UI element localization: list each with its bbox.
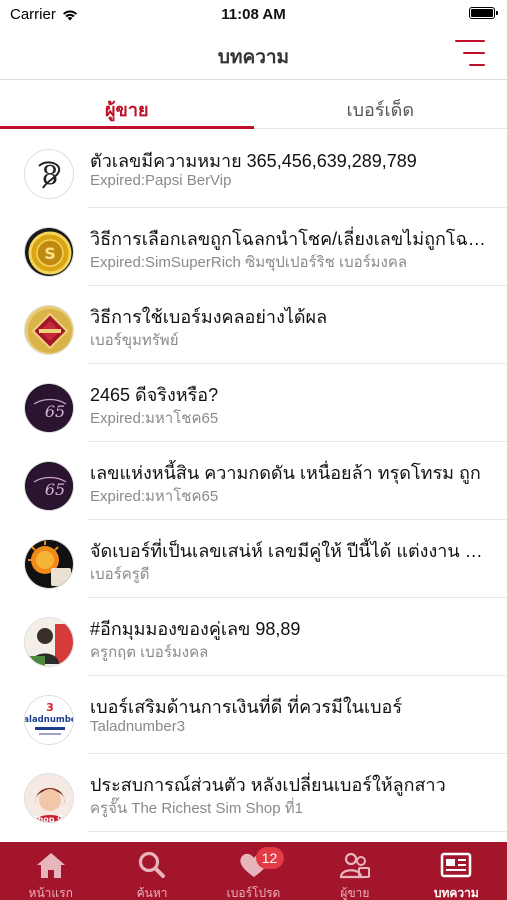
tab-home[interactable]: หน้าแรก	[0, 842, 101, 900]
list-item[interactable]: 8 ตัวเลขมีความหมาย 365,456,639,289,789 E…	[0, 130, 507, 208]
avatar: 3 taladnumber	[24, 695, 74, 745]
tab-sellers[interactable]: ผู้ขาย	[0, 81, 254, 129]
article-title: เลขแห่งหนี้สิน ความกดดัน เหนื่อยล้า ทรุด…	[90, 463, 481, 483]
list-item[interactable]: 65 2465 ดีจริงหรือ? Expired:มหาโชค65	[0, 364, 507, 442]
tab-label: บทความ	[433, 886, 479, 900]
avatar: S	[24, 227, 74, 277]
article-author: Taladnumber3	[90, 718, 186, 735]
shop-label: Shop ที่1	[32, 813, 69, 823]
tab-favorites[interactable]: 12 เบอร์โปรด	[203, 842, 304, 900]
taladnumber-logo-icon: 3 taladnumber	[25, 696, 74, 744]
article-title: ประสบการณ์ส่วนตัว หลังเปลี่ยนเบอร์ให้ลูก…	[90, 775, 446, 795]
tab-label: ผู้ขาย	[340, 886, 370, 900]
status-bar: Carrier 11:08 AM	[0, 0, 507, 28]
sellers-icon	[339, 852, 370, 879]
list-item[interactable]: วิธีการใช้เบอร์มงคลอย่างได้ผล เบอร์ขุมทร…	[0, 286, 507, 364]
tab-label: ค้นหา	[136, 886, 168, 900]
menu-button[interactable]	[451, 38, 485, 68]
navigation-bar: บทความ	[0, 28, 507, 80]
mahachok-number: 65	[45, 402, 65, 421]
list-item[interactable]: 3 taladnumber เบอร์เสริมด้านการเงินที่ดี…	[0, 676, 507, 754]
article-icon	[441, 852, 472, 878]
article-author: Expired:มหาโชค65	[90, 410, 219, 427]
avatar: Shop ที่1	[24, 773, 74, 823]
article-title: จัดเบอร์ที่เป็นเลขเสน่ห์ เลขมีคู่ให้ ปีน…	[90, 541, 487, 561]
list-item[interactable]: Shop ที่1 ประสบการณ์ส่วนตัว หลังเปลี่ยนเ…	[0, 754, 507, 832]
article-title: วิธีการเลือกเลขถูกโฉลกนำโชค/เลี่ยงเลขไม่…	[90, 229, 487, 249]
mahachok-logo-icon: 65	[25, 462, 73, 510]
article-author: Expired:Papsi BerVip	[90, 172, 232, 189]
treasure-icon	[25, 306, 73, 354]
avatar: 65	[24, 383, 74, 433]
clock: 11:08 AM	[221, 6, 286, 23]
taladnumber-text: taladnumber	[25, 715, 74, 725]
list-item[interactable]: 65 เลขแห่งหนี้สิน ความกดดัน เหนื่อยล้า ท…	[0, 442, 507, 520]
tab-search[interactable]: ค้นหา	[101, 842, 202, 900]
krukrit-photo-icon	[25, 618, 73, 666]
tab-hot-numbers[interactable]: เบอร์เด็ด	[254, 81, 507, 128]
list-item[interactable]: S วิธีการเลือกเลขถูกโฉลกนำโชค/เลี่ยงเลขไ…	[0, 208, 507, 286]
bottom-tab-bar: หน้าแรก ค้นหา 12 เบอร์โปรด ผู้ขาย บทความ	[0, 842, 507, 900]
article-list: 8 ตัวเลขมีความหมาย 365,456,639,289,789 E…	[0, 130, 507, 832]
favorites-badge: 12	[255, 847, 284, 869]
article-title: #อีกมุมมองของคู่เลข 98,89	[90, 619, 301, 639]
tab-sellers[interactable]: ผู้ขาย	[304, 842, 405, 900]
article-author: เบอร์ครูดี	[90, 566, 150, 583]
list-item[interactable]: #อีกมุมมองของคู่เลข 98,89 ครูกฤต เบอร์มง…	[0, 598, 507, 676]
mahachok-number: 65	[45, 480, 65, 499]
menu-icon	[455, 40, 485, 42]
kruudee-logo-icon	[25, 540, 73, 588]
home-icon	[36, 853, 65, 878]
avatar	[24, 617, 74, 667]
mahachok-logo-icon: 65	[25, 384, 73, 432]
article-author: Expired:มหาโชค65	[90, 488, 219, 505]
tab-articles[interactable]: บทความ	[406, 842, 507, 900]
richest-sim-photo-icon: Shop ที่1	[25, 774, 73, 823]
article-title: ตัวเลขมีความหมาย 365,456,639,289,789	[90, 151, 417, 171]
avatar	[24, 539, 74, 589]
page-title: บทความ	[217, 47, 290, 68]
avatar: 65	[24, 461, 74, 511]
taladnumber-num: 3	[46, 701, 54, 714]
battery-icon	[469, 7, 498, 19]
search-icon	[139, 851, 166, 878]
article-author: เบอร์ขุมทรัพย์	[90, 332, 179, 349]
gold-coin-icon: S	[25, 228, 73, 276]
article-title: วิธีการใช้เบอร์มงคลอย่างได้ผล	[90, 307, 328, 327]
tab-label: หน้าแรก	[28, 886, 73, 900]
avatar: 8	[24, 149, 74, 199]
article-author: ครูกฤต เบอร์มงคล	[90, 644, 209, 661]
avatar	[24, 305, 74, 355]
article-title: เบอร์เสริมด้านการเงินที่ดี ที่ควรมีในเบอ…	[90, 697, 403, 717]
svg-text:S: S	[44, 244, 56, 263]
segment-tabs: ผู้ขาย เบอร์เด็ด	[0, 81, 507, 129]
list-item[interactable]: จัดเบอร์ที่เป็นเลขเสน่ห์ เลขมีคู่ให้ ปีน…	[0, 520, 507, 598]
papsi-logo-icon: 8	[25, 150, 73, 198]
article-author: ครูจั๊น The Richest Sim Shop ที่1	[90, 800, 303, 817]
article-author: Expired:SimSuperRich ซิมซุปเปอร์ริช เบอร…	[90, 254, 408, 271]
article-title: 2465 ดีจริงหรือ?	[90, 385, 219, 405]
tab-label: เบอร์โปรด	[226, 886, 281, 900]
